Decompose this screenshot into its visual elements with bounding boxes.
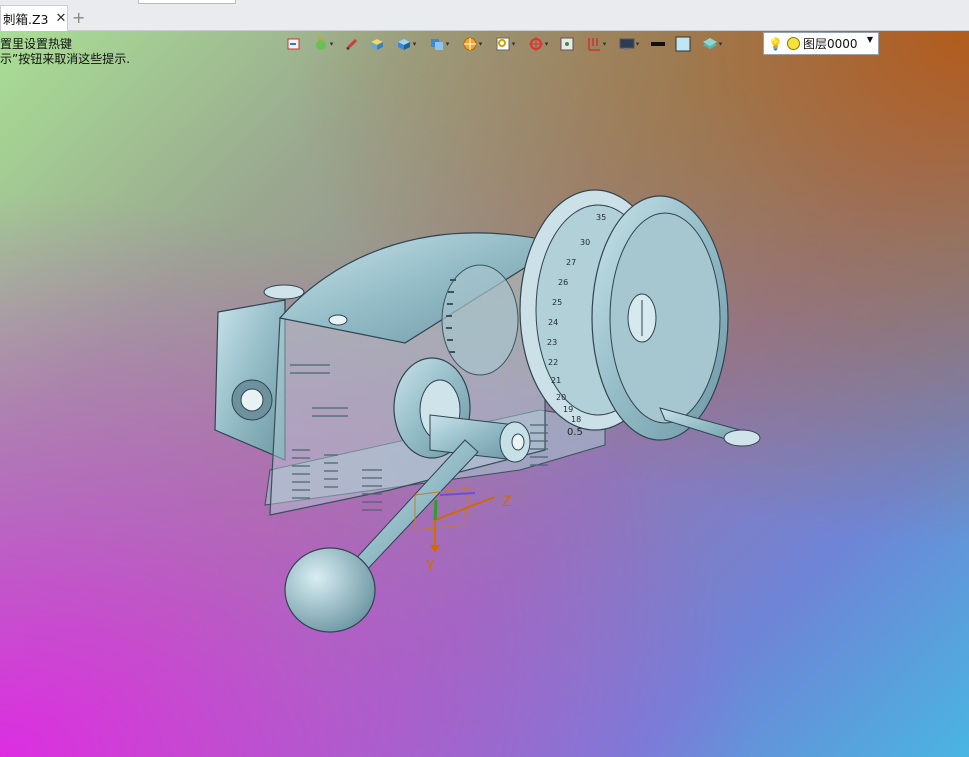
dial-label: 25 [552, 298, 562, 307]
section-view-icon[interactable]: ▾ [424, 34, 454, 54]
render-mode-icon[interactable]: ▾ [308, 34, 338, 54]
chevron-down-icon[interactable]: ▾ [636, 40, 640, 48]
y-axis-label: Y [425, 558, 435, 574]
view-toolbar: ▾ ▾ ▾ ▾ ▾ ▾ ▾ ▾ ▾ [283, 32, 727, 56]
dial-label: 27 [566, 258, 576, 267]
layer-display-icon[interactable]: ▾ [697, 34, 727, 54]
title-field[interactable] [138, 0, 236, 4]
box-view-icon[interactable]: ▾ [391, 34, 421, 54]
dial-label: 0.5 [567, 427, 583, 438]
solid-view-icon[interactable] [366, 34, 388, 54]
layer-select[interactable]: 💡 图层0000 ▼ [763, 32, 879, 55]
layer-name: 图层0000 [802, 37, 858, 51]
dial-label: 24 [548, 318, 558, 327]
chevron-down-icon[interactable]: ▾ [330, 40, 334, 48]
draw-pen-icon[interactable] [341, 34, 363, 54]
chevron-down-icon[interactable]: ▾ [719, 40, 723, 48]
graduated-dial[interactable]: 35 30 27 26 25 24 23 22 21 20 19 18 0.5 [519, 189, 761, 447]
3d-viewport[interactable]: 置里设置热键 示”按钮来取消这些提示. ▾ ▾ ▾ ▾ ▾ ▾ ▾ ▾ ▾ 💡 … [0, 31, 969, 757]
chevron-down-icon[interactable]: ▾ [545, 40, 549, 48]
zoom-fit-icon[interactable]: ▾ [490, 34, 520, 54]
chevron-down-icon[interactable]: ▾ [512, 40, 516, 48]
dial-label: 30 [580, 238, 590, 247]
chevron-down-icon[interactable]: ▾ [603, 40, 607, 48]
gear-housing [263, 232, 548, 516]
line-color-icon[interactable] [647, 34, 669, 54]
hint-line-1: 置里设置热键 [0, 37, 73, 51]
display-icon[interactable]: ▾ [614, 34, 644, 54]
dial-label: 22 [548, 358, 558, 367]
pick-filter-icon[interactable]: ▾ [523, 34, 553, 54]
layer-color-icon [786, 37, 800, 50]
snapshot-icon[interactable] [556, 34, 578, 54]
chevron-down-icon[interactable]: ▼ [867, 35, 873, 44]
chevron-down-icon[interactable]: ▾ [446, 40, 450, 48]
dial-label: 20 [556, 393, 566, 402]
fill-color-icon[interactable] [672, 34, 694, 54]
grid-icon[interactable]: ▾ [581, 34, 611, 54]
close-icon[interactable]: ✕ [56, 11, 67, 26]
dial-label: 23 [547, 338, 557, 347]
chevron-down-icon[interactable]: ▾ [413, 40, 417, 48]
dial-label: 18 [571, 415, 581, 424]
view-orient-icon[interactable] [283, 34, 305, 54]
z-axis-label: Z [502, 494, 512, 510]
dial-label: 21 [551, 376, 561, 385]
hotkey-hint: 置里设置热键 示”按钮来取消这些提示. [0, 37, 130, 67]
tab-bar: 刺箱.Z3 ✕ + [0, 0, 969, 31]
filter-wheel-icon[interactable]: ▾ [457, 34, 487, 54]
bulb-icon: 💡 [768, 36, 783, 51]
chevron-down-icon[interactable]: ▾ [479, 40, 483, 48]
dial-label: 19 [563, 405, 573, 414]
dial-label: 35 [596, 213, 606, 222]
add-tab-button[interactable]: + [72, 8, 85, 27]
dial-label: 26 [558, 278, 568, 287]
tab-document[interactable]: 刺箱.Z3 ✕ [0, 5, 68, 31]
cad-model[interactable]: 35 30 27 26 25 24 23 22 21 20 19 18 0.5 [0, 31, 969, 757]
tab-label: 刺箱.Z3 [3, 12, 49, 27]
hint-line-2: 示”按钮来取消这些提示. [0, 52, 131, 66]
